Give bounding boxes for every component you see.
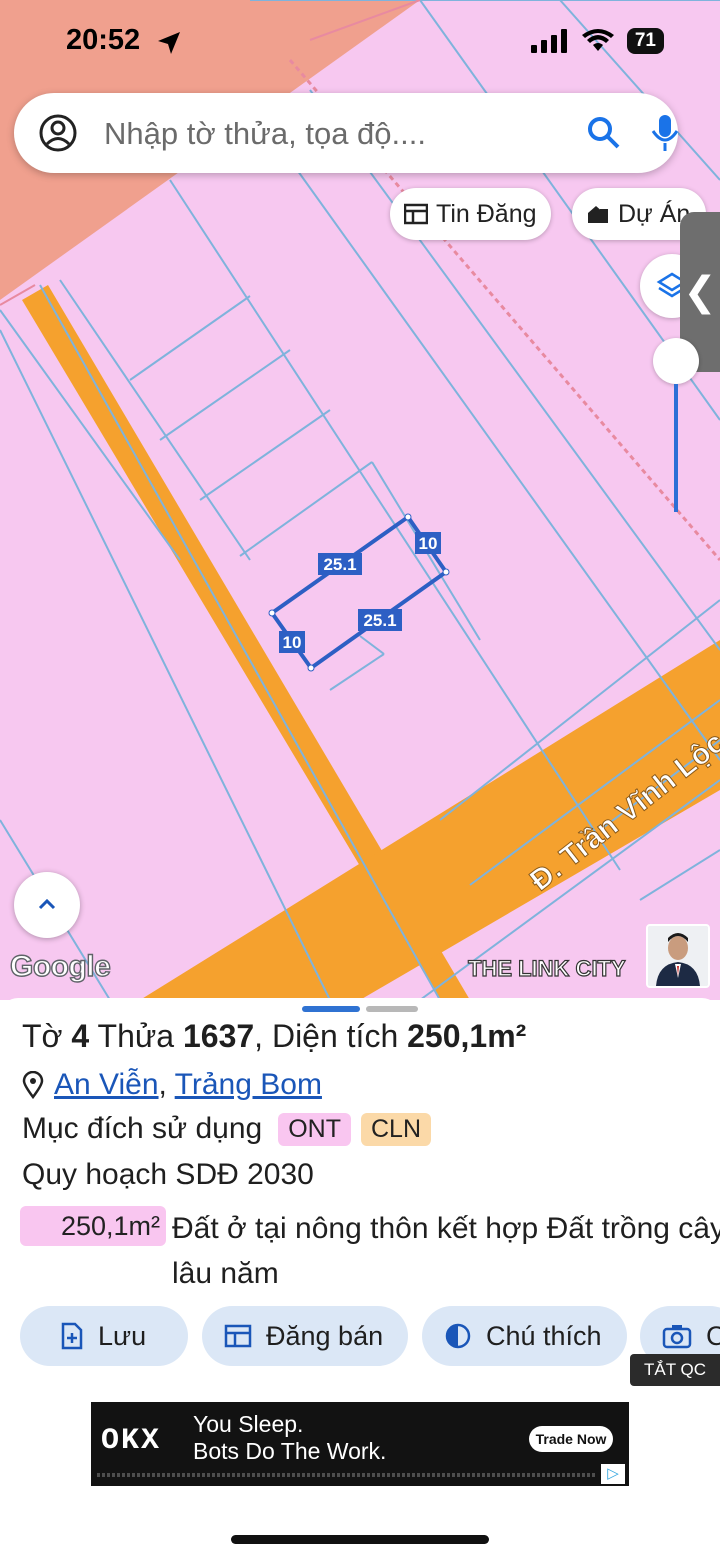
parcel-title: Tờ 4 Thửa 1637, Diện tích 250,1m² (22, 1018, 527, 1054)
usage-label: Mục đích sử dụng (22, 1112, 263, 1145)
location-arrow-icon (158, 32, 180, 54)
parcel-info-sheet[interactable]: Tờ 4 Thửa 1637, Diện tích 250,1m² An Viễ… (0, 998, 720, 1557)
location-row: An Viễn, Trảng Bom (22, 1068, 322, 1102)
newspaper-icon (404, 203, 428, 225)
building-icon (588, 206, 608, 223)
search-bar[interactable] (14, 93, 680, 173)
status-icons: 71 (530, 28, 664, 54)
location-pin-icon (22, 1071, 44, 1099)
google-logo: Google (9, 949, 111, 983)
contrast-icon (445, 1323, 471, 1349)
signal-icon (530, 29, 567, 53)
opacity-slider-knob[interactable] (653, 338, 699, 384)
add-document-icon (61, 1322, 83, 1350)
plan-land-type: Đất ở tại nông thôn kết hợp Đất trồng câ… (172, 1212, 720, 1290)
measure-top: 25.1 (323, 555, 356, 574)
legend-label: Chú thích (486, 1320, 602, 1351)
save-button[interactable]: Lưu (20, 1306, 188, 1366)
listings-chip[interactable]: Tin Đăng (390, 188, 551, 240)
expand-up-button[interactable] (14, 872, 80, 938)
sheet-handle[interactable] (366, 1006, 418, 1012)
post-sale-label: Đăng bán (266, 1320, 384, 1351)
legend-button[interactable]: Chú thích (422, 1306, 627, 1366)
usage-tag-cln: CLN (361, 1112, 432, 1146)
plan-area-badge: 250,1m² (20, 1206, 166, 1246)
ad-choices-icon[interactable]: ▷ (601, 1464, 625, 1484)
wifi-icon (581, 29, 614, 51)
ad-line-1: You Sleep. (193, 1411, 304, 1437)
ad-cta-button[interactable]: Trade Now (529, 1426, 613, 1452)
commune-link[interactable]: An Viễn (54, 1068, 159, 1101)
newspaper-icon (224, 1324, 252, 1348)
status-time: 20:52 (66, 24, 141, 56)
ad-banner[interactable]: OKX You Sleep. Bots Do The Work. Trade N… (91, 1402, 629, 1486)
watermark-label: THE LINK CITY (467, 955, 626, 981)
home-indicator[interactable] (231, 1535, 489, 1544)
measure-right: 10 (419, 534, 438, 553)
opacity-slider-track[interactable] (674, 384, 678, 512)
listings-chip-label: Tin Đăng (436, 199, 537, 228)
ad-line-2: Bots Do The Work. (193, 1438, 387, 1464)
chevron-left-icon: ❮ (683, 270, 717, 314)
camera-icon (662, 1325, 692, 1349)
district-link[interactable]: Trảng Bom (175, 1068, 322, 1101)
ad-fine-print (97, 1473, 597, 1477)
save-label: Lưu (98, 1320, 147, 1351)
sheet-handle-active[interactable] (302, 1006, 360, 1012)
ad-brand-logo: OKX (101, 1424, 162, 1458)
person-photo (648, 926, 708, 986)
measure-left: 10 (283, 633, 302, 652)
account-icon[interactable] (36, 111, 80, 155)
capture-label: C (706, 1320, 720, 1351)
usage-row: Mục đích sử dụng ONT CLN (22, 1112, 432, 1146)
chevron-up-icon (38, 898, 56, 910)
search-icon[interactable] (584, 111, 624, 155)
usage-tag-ont: ONT (278, 1112, 351, 1146)
measure-bottom: 25.1 (363, 611, 396, 630)
search-input[interactable] (102, 111, 576, 157)
battery-indicator: 71 (626, 28, 664, 54)
avatar[interactable] (646, 924, 710, 988)
ad-close-button[interactable]: TẮT QC (630, 1354, 720, 1386)
plan-label: Quy hoạch SDĐ 2030 (22, 1158, 314, 1191)
post-sale-button[interactable]: Đăng bán (202, 1306, 408, 1366)
microphone-icon[interactable] (650, 111, 680, 155)
